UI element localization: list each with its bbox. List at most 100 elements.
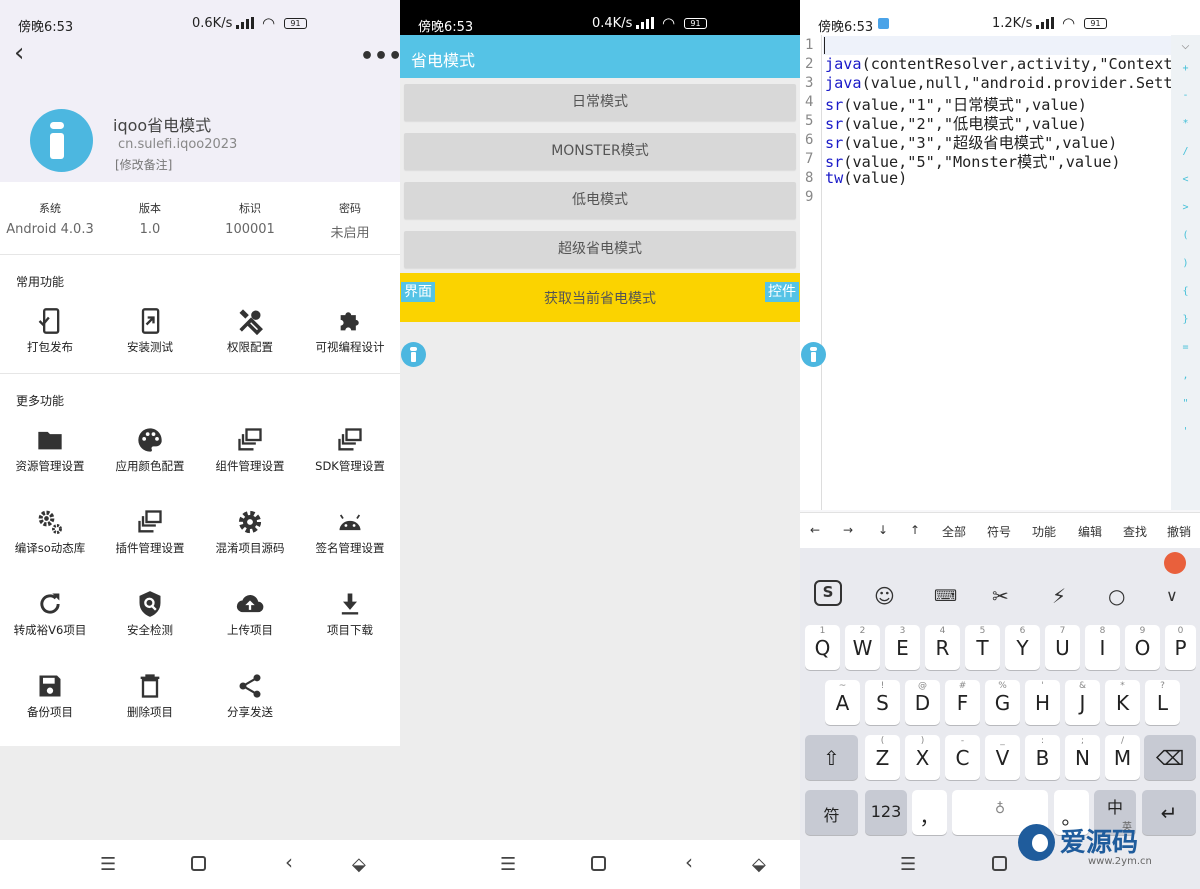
select-all-button[interactable]: 全部 xyxy=(942,523,966,540)
publish-package-button[interactable]: 打包发布 xyxy=(0,307,100,367)
symbol-key[interactable]: , xyxy=(1171,370,1200,381)
home-icon[interactable] xyxy=(191,856,206,871)
key[interactable]: 3E xyxy=(885,625,920,670)
key[interactable]: ' H xyxy=(1025,680,1060,725)
cursor-left-button[interactable]: ← xyxy=(810,523,820,537)
symbol-key[interactable]: - xyxy=(1171,90,1200,101)
key[interactable]: 7U xyxy=(1045,625,1080,670)
code-editor[interactable]: 1 2 3 4 5 6 7 8 9 java(contentResolver,a… xyxy=(800,35,1200,510)
symbol-key[interactable]: } xyxy=(1171,314,1200,325)
current-mode-bar[interactable]: 获取当前省电模式 界面 控件 xyxy=(400,273,800,322)
symbol-key[interactable]: / xyxy=(1171,146,1200,157)
floating-info-icon[interactable] xyxy=(801,342,826,367)
backup-project-button[interactable]: 备份项目 xyxy=(0,672,100,732)
home-icon[interactable] xyxy=(992,856,1007,871)
key[interactable]: / M xyxy=(1105,735,1140,780)
symbol-key[interactable]: ( xyxy=(1171,230,1200,241)
delete-project-button[interactable]: 删除项目 xyxy=(100,672,200,732)
share-send-button[interactable]: 分享发送 xyxy=(200,672,300,732)
key[interactable]: % G xyxy=(985,680,1020,725)
key[interactable]: 8I xyxy=(1085,625,1120,670)
edit-note-link[interactable]: [修改备注] xyxy=(115,156,172,173)
key[interactable]: ; N xyxy=(1065,735,1100,780)
floating-info-icon[interactable] xyxy=(401,342,426,367)
compile-so-button[interactable]: 编译so动态库 xyxy=(0,508,100,568)
key[interactable]: 9O xyxy=(1125,625,1160,670)
control-tag[interactable]: 控件 xyxy=(765,282,799,302)
low-power-mode-button[interactable]: 低电模式 xyxy=(404,182,796,219)
symbol-key[interactable]: " xyxy=(1171,398,1200,409)
search-icon[interactable]: ○ xyxy=(1108,584,1125,608)
home-icon[interactable] xyxy=(591,856,606,871)
key[interactable]: & J xyxy=(1065,680,1100,725)
visual-design-button[interactable]: 可视编程设计 xyxy=(300,307,400,367)
number-key[interactable]: 123 xyxy=(865,790,907,835)
backspace-key[interactable]: ⌫ xyxy=(1144,735,1196,780)
cursor-right-button[interactable]: → xyxy=(843,523,853,537)
key[interactable]: _ V xyxy=(985,735,1020,780)
edit-button[interactable]: 编辑 xyxy=(1078,523,1102,540)
accessibility-icon[interactable]: ⬙ xyxy=(752,854,766,875)
collapse-keyboard-icon[interactable]: ∨ xyxy=(1166,586,1178,605)
back-icon[interactable]: ‹ xyxy=(685,850,693,874)
symbol-key[interactable]: { xyxy=(1171,286,1200,297)
component-manage-button[interactable]: 组件管理设置 xyxy=(200,426,300,486)
super-saver-mode-button[interactable]: 超级省电模式 xyxy=(404,231,796,268)
app-color-button[interactable]: 应用颜色配置 xyxy=(100,426,200,486)
symbols-button[interactable]: 符号 xyxy=(987,523,1011,540)
shift-key[interactable]: ⇧ xyxy=(805,735,858,780)
back-arrow-icon[interactable]: ‹ xyxy=(14,40,24,66)
signature-manage-button[interactable]: 签名管理设置 xyxy=(300,508,400,568)
key[interactable]: ~ A xyxy=(825,680,860,725)
functions-button[interactable]: 功能 xyxy=(1032,523,1056,540)
back-icon[interactable]: ‹ xyxy=(285,850,293,874)
sdk-manage-button[interactable]: SDK管理设置 xyxy=(300,426,400,486)
symbol-key[interactable]: * xyxy=(1171,118,1200,129)
monster-mode-button[interactable]: MONSTER模式 xyxy=(404,133,796,170)
key[interactable]: ? L xyxy=(1145,680,1180,725)
keyboard-icon[interactable]: ⌨ xyxy=(934,586,957,605)
undo-button[interactable]: 撤销 xyxy=(1167,523,1191,540)
recents-icon[interactable]: ☰ xyxy=(500,854,516,875)
convert-v6-button[interactable]: 转成裕V6项目 xyxy=(0,590,100,650)
sogou-logo-icon[interactable]: S xyxy=(814,580,842,606)
key[interactable]: (Z xyxy=(865,735,900,780)
symbol-key[interactable]: ) xyxy=(1171,258,1200,269)
collapse-chevron-icon[interactable]: ⌵ xyxy=(1171,37,1200,53)
key[interactable]: * K xyxy=(1105,680,1140,725)
cursor-up-button[interactable]: ↑ xyxy=(910,523,920,537)
accessibility-icon[interactable]: ⬙ xyxy=(352,854,366,875)
key[interactable]: 0P xyxy=(1165,625,1196,670)
key[interactable]: 1Q xyxy=(805,625,840,670)
key[interactable]: 4R xyxy=(925,625,960,670)
symbol-key[interactable]: + xyxy=(1171,63,1200,74)
recents-icon[interactable]: ☰ xyxy=(100,854,116,875)
symbol-key[interactable]: 符 xyxy=(805,790,858,835)
emoji-icon[interactable]: ☺ xyxy=(874,584,895,608)
normal-mode-button[interactable]: 日常模式 xyxy=(404,84,796,121)
upload-project-button[interactable]: 上传项目 xyxy=(200,590,300,650)
find-button[interactable]: 查找 xyxy=(1123,523,1147,540)
more-options-icon[interactable]: ••• xyxy=(360,44,400,69)
key[interactable]: 5T xyxy=(965,625,1000,670)
key[interactable]: ) X xyxy=(905,735,940,780)
key[interactable]: ! S xyxy=(865,680,900,725)
plugin-manage-button[interactable]: 插件管理设置 xyxy=(100,508,200,568)
recents-icon[interactable]: ☰ xyxy=(900,854,916,875)
key[interactable]: -C xyxy=(945,735,980,780)
obfuscate-button[interactable]: 混淆项目源码 xyxy=(200,508,300,568)
key[interactable]: 2W xyxy=(845,625,880,670)
symbol-key[interactable]: = xyxy=(1171,342,1200,353)
comma-key[interactable]: ， xyxy=(912,790,947,835)
symbol-sidebar[interactable]: ⌵ + - * / < > ( ) { } = , " ' xyxy=(1171,35,1200,510)
clipboard-icon[interactable]: ⚡ xyxy=(1052,584,1066,608)
symbol-key[interactable]: < xyxy=(1171,174,1200,185)
key[interactable]: @ D xyxy=(905,680,940,725)
key[interactable]: # F xyxy=(945,680,980,725)
resource-manage-button[interactable]: 资源管理设置 xyxy=(0,426,100,486)
symbol-key[interactable]: > xyxy=(1171,202,1200,213)
key[interactable]: 6Y xyxy=(1005,625,1040,670)
key[interactable]: :B xyxy=(1025,735,1060,780)
scissors-icon[interactable]: ✂ xyxy=(992,584,1009,608)
install-test-button[interactable]: 安装测试 xyxy=(100,307,200,367)
